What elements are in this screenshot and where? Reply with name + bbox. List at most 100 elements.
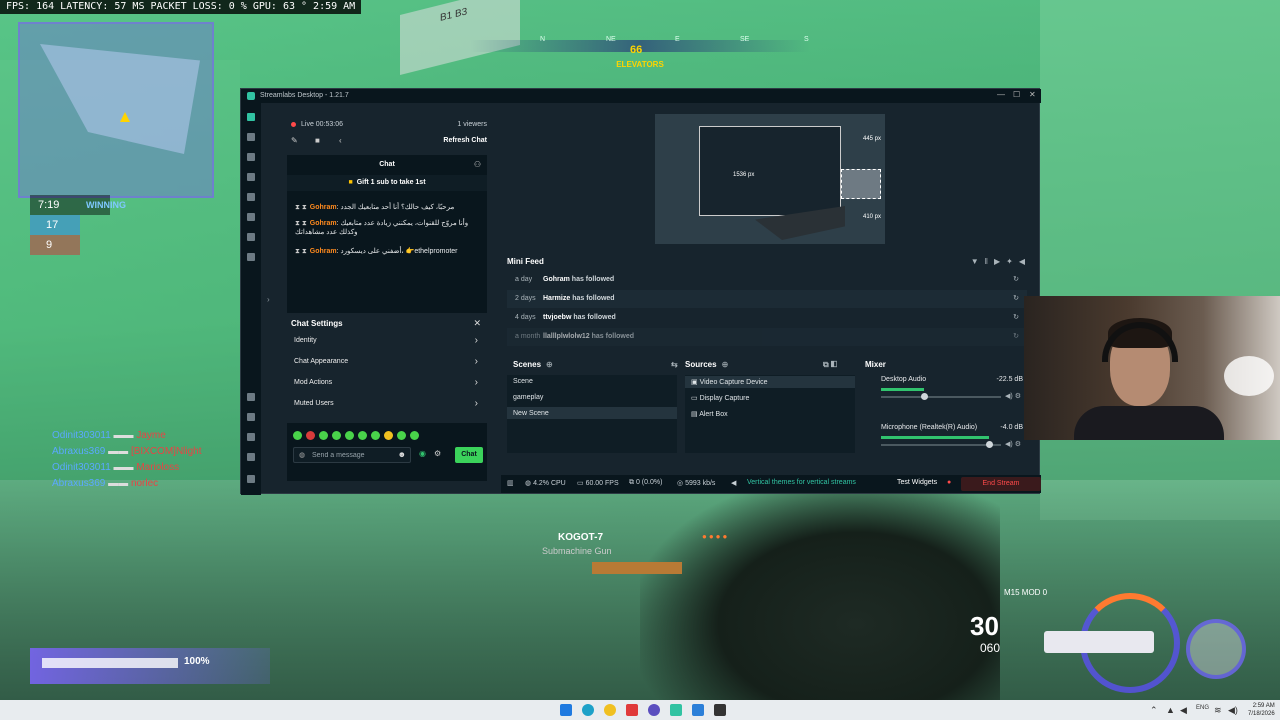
emote-icon[interactable] — [410, 431, 419, 440]
themes-icon[interactable] — [247, 133, 255, 141]
profile-icon[interactable] — [247, 475, 255, 483]
replay-icon[interactable]: ↻ — [1013, 290, 1019, 308]
settings-muted-users[interactable]: Muted Users › — [294, 398, 480, 409]
end-stream-button[interactable]: End Stream — [961, 477, 1041, 491]
add-scene-icon[interactable]: ⊕ — [546, 360, 553, 369]
wifi-icon[interactable]: ≋ — [1214, 705, 1222, 716]
stats-icon[interactable] — [247, 153, 255, 161]
scene-item[interactable]: Scene — [513, 378, 533, 385]
source-item[interactable]: ▭ Display Capture — [691, 394, 749, 402]
users-icon[interactable]: ⚇ — [474, 160, 481, 169]
mute-icon[interactable]: ◀ — [1019, 257, 1031, 266]
emote-icon[interactable] — [319, 431, 328, 440]
speaker-icon[interactable]: ◀ — [1180, 705, 1187, 716]
chat-settings-gear-icon[interactable]: ⚙ — [434, 449, 441, 458]
test-widgets-button[interactable]: Test Widgets — [897, 479, 937, 486]
replay-icon[interactable]: ↻ — [1013, 271, 1019, 289]
scene-item[interactable]: gameplay — [513, 394, 543, 401]
chat-input[interactable] — [312, 450, 396, 460]
share-icon[interactable]: ‹ — [339, 136, 342, 145]
source-item[interactable]: ▤ Alert Box — [691, 410, 728, 418]
settings-icon[interactable]: ✦ — [1006, 257, 1019, 266]
emote-icon[interactable] — [345, 431, 354, 440]
minimize-button[interactable]: — — [997, 90, 1005, 99]
game-taskbar-icon[interactable] — [714, 704, 726, 716]
layout-icon[interactable] — [247, 413, 255, 421]
edge-icon[interactable] — [582, 704, 594, 716]
close-button[interactable]: ✕ — [1029, 90, 1036, 99]
dashboard-icon[interactable] — [247, 253, 255, 261]
language-indicator[interactable]: ENG — [1196, 705, 1209, 711]
volume-slider[interactable] — [881, 396, 1001, 398]
settings-mod-actions[interactable]: Mod Actions › — [294, 377, 480, 388]
scenes-toolbar-icon[interactable]: ⇆ — [671, 360, 678, 369]
emote-icon[interactable] — [397, 431, 406, 440]
app-icon[interactable] — [648, 704, 660, 716]
scene-item[interactable]: New Scene — [513, 410, 549, 417]
close-settings-icon[interactable]: ✕ — [473, 318, 481, 329]
chat-username[interactable]: Gohram — [310, 220, 337, 227]
speaker-icon[interactable]: ◀) — [1005, 393, 1013, 400]
folder-icon[interactable]: ■ — [315, 136, 320, 145]
volume-slider-knob[interactable] — [986, 441, 993, 448]
mini-feed-row: 4 days ttvjoebw has followed ↻ — [507, 309, 1027, 327]
refresh-chat-button[interactable]: Refresh Chat — [443, 137, 487, 144]
preview-display-capture[interactable] — [699, 126, 841, 216]
weapon-pickup: KOGOT-7 Submachine Gun ●●●● — [540, 530, 740, 610]
chevron-up-icon[interactable]: ⌃ — [1150, 705, 1158, 716]
preview-webcam-source[interactable] — [841, 169, 881, 199]
app-icon[interactable] — [604, 704, 616, 716]
settings-identity[interactable]: Identity › — [294, 335, 480, 346]
skip-icon[interactable]: ▶ — [994, 257, 1006, 266]
gift-banner[interactable]: ■ Gift 1 sub to take 1st — [287, 175, 487, 191]
shield-icon[interactable]: ◍ — [299, 451, 305, 459]
brave-icon[interactable] — [626, 704, 638, 716]
emote-icon[interactable] — [293, 431, 302, 440]
emote-icon[interactable] — [358, 431, 367, 440]
replay-icon[interactable]: ↻ — [1013, 328, 1019, 346]
filter-icon[interactable]: ▼ — [971, 257, 985, 266]
emoji-icon[interactable]: ☻ — [398, 450, 406, 459]
gear-icon[interactable]: ⚙ — [1015, 441, 1021, 448]
maximize-button[interactable]: ☐ — [1013, 90, 1020, 99]
points-icon[interactable]: ◉ — [419, 449, 426, 458]
emote-icon[interactable] — [371, 431, 380, 440]
emote-icon[interactable] — [306, 431, 315, 440]
source-item[interactable]: ▣ Video Capture Device — [691, 378, 768, 386]
help-icon[interactable] — [247, 433, 255, 441]
stream-preview[interactable]: 1536 px 445 px 410 px — [655, 114, 885, 244]
chat-username[interactable]: Gohram — [310, 204, 337, 211]
emote-icon[interactable] — [384, 431, 393, 440]
stats-chart-icon[interactable]: ▥ — [507, 479, 514, 487]
replay-icon[interactable]: ↻ — [1013, 309, 1019, 327]
tools-icon[interactable] — [247, 173, 255, 181]
collapse-chat-icon[interactable]: › — [267, 295, 270, 304]
edit-icon[interactable]: ✎ — [291, 136, 298, 145]
volume-icon[interactable]: ◀) — [1228, 705, 1238, 716]
chat-username[interactable]: Gohram — [310, 248, 337, 255]
taskbar-clock[interactable]: 2:59 AM 7/18/2026 — [1248, 702, 1275, 718]
chat-send-button[interactable]: Chat — [455, 447, 483, 463]
streamlabs-taskbar-icon[interactable] — [670, 704, 682, 716]
apps-icon[interactable] — [247, 213, 255, 221]
network-icon[interactable]: ▲ — [1166, 705, 1175, 715]
sources-toolbar-icon[interactable]: ⧉ ◧ — [823, 360, 837, 370]
pause-icon[interactable]: ‖ — [985, 257, 994, 266]
start-icon[interactable] — [560, 704, 572, 716]
vertical-themes-link[interactable]: Vertical themes for vertical streams — [747, 479, 856, 486]
settings-chat-appearance[interactable]: Chat Appearance › — [294, 356, 480, 367]
emote-icon[interactable] — [332, 431, 341, 440]
app-icon[interactable] — [692, 704, 704, 716]
volume-slider[interactable] — [881, 444, 1001, 446]
speaker-icon[interactable]: ◀) — [1005, 441, 1013, 448]
record-icon[interactable]: ● — [947, 479, 951, 486]
gear-icon[interactable]: ⚙ — [1015, 393, 1021, 400]
store-icon[interactable] — [247, 193, 255, 201]
editor-icon[interactable] — [247, 113, 255, 121]
highlighter-icon[interactable] — [247, 233, 255, 241]
add-source-icon[interactable]: ⊕ — [722, 360, 729, 369]
volume-slider-knob[interactable] — [921, 393, 929, 400]
studio-mode-icon[interactable] — [247, 393, 255, 401]
settings-icon[interactable] — [247, 453, 255, 461]
chat-message: ⧗ ⧗ Gohram: مرحبًا، كيف حالك؟ أنا أحد متا… — [295, 203, 481, 212]
